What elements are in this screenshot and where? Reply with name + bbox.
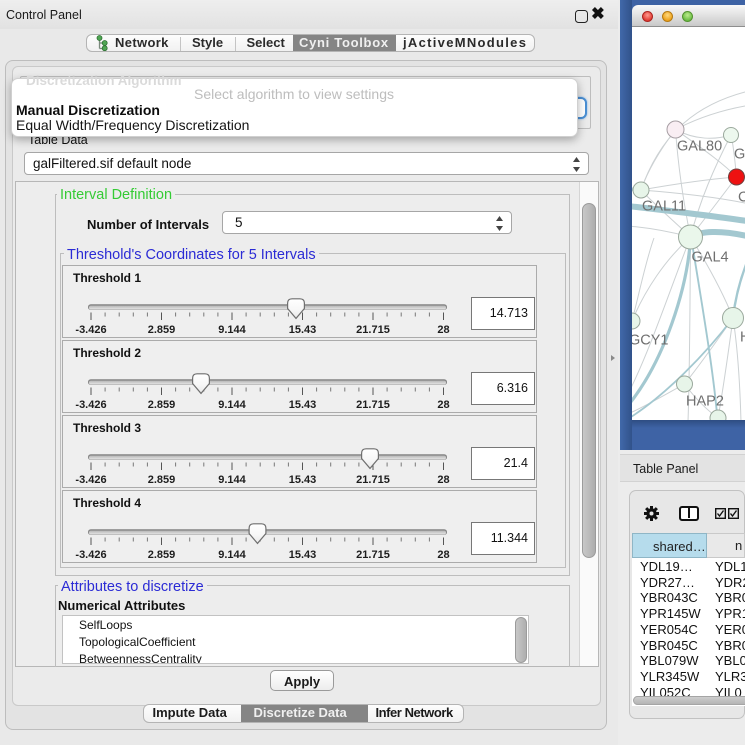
svg-text:2.859: 2.859 [148, 324, 176, 336]
svg-text:-3.426: -3.426 [75, 399, 106, 411]
svg-text:28: 28 [437, 549, 449, 561]
svg-text:GCY1: GCY1 [632, 333, 669, 349]
svg-text:21.715: 21.715 [356, 474, 390, 486]
svg-text:21.715: 21.715 [356, 549, 390, 561]
svg-text:15.43: 15.43 [289, 549, 317, 561]
svg-text:2.859: 2.859 [148, 399, 176, 411]
svg-text:2.859: 2.859 [148, 474, 176, 486]
svg-text:HAP2: HAP2 [686, 394, 724, 410]
svg-text:28: 28 [437, 474, 449, 486]
svg-text:9.144: 9.144 [218, 399, 246, 411]
svg-text:21.715: 21.715 [356, 324, 390, 336]
svg-text:28: 28 [437, 324, 449, 336]
svg-text:-3.426: -3.426 [75, 549, 106, 561]
svg-text:9.144: 9.144 [218, 549, 246, 561]
svg-text:CY: CY [738, 190, 745, 206]
svg-text:-3.426: -3.426 [75, 324, 106, 336]
svg-text:9.144: 9.144 [218, 324, 246, 336]
svg-text:-3.426: -3.426 [75, 474, 106, 486]
svg-text:28: 28 [437, 399, 449, 411]
svg-text:15.43: 15.43 [289, 474, 317, 486]
svg-text:HA: HA [740, 330, 745, 346]
svg-text:2.859: 2.859 [148, 549, 176, 561]
svg-text:21.715: 21.715 [356, 399, 390, 411]
svg-text:GAL4: GAL4 [692, 250, 729, 266]
svg-text:GAL80: GAL80 [677, 139, 722, 155]
svg-text:15.43: 15.43 [289, 324, 317, 336]
svg-text:GAL11: GAL11 [642, 199, 686, 215]
svg-text:15.43: 15.43 [289, 399, 317, 411]
svg-text:GA: GA [734, 147, 745, 163]
svg-text:9.144: 9.144 [218, 474, 246, 486]
